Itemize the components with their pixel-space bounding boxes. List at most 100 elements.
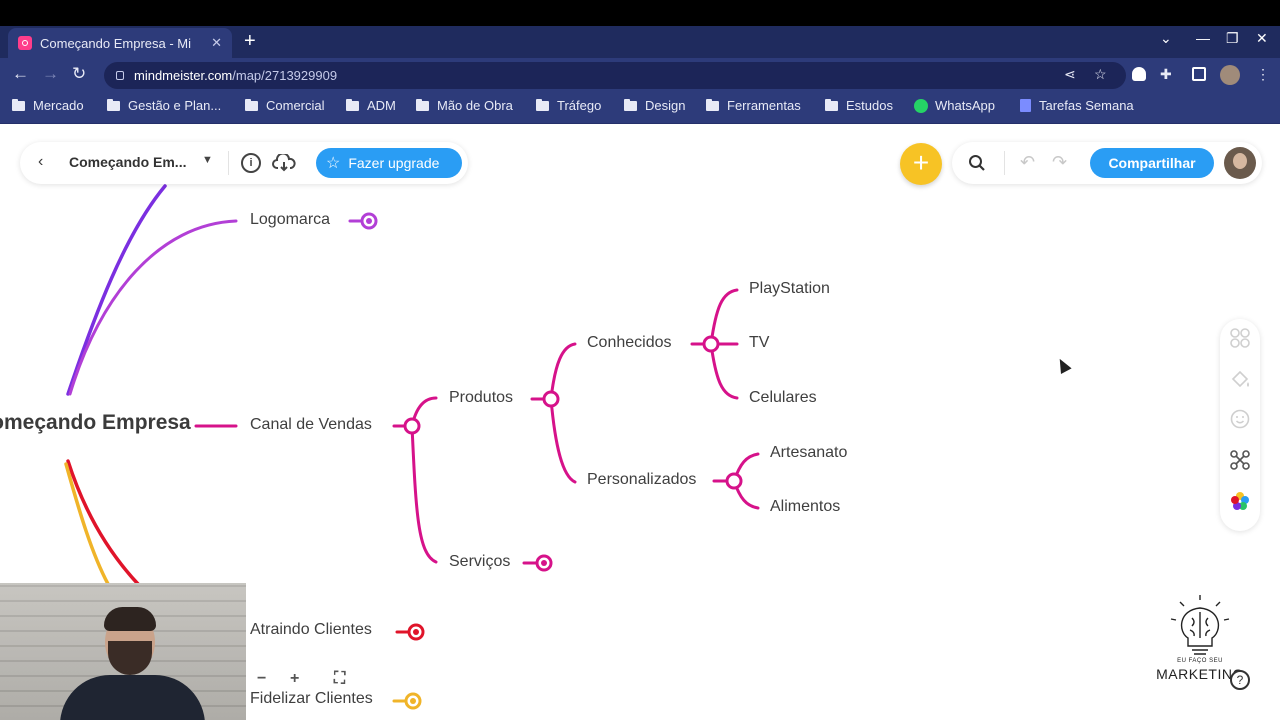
bookmark-gestao[interactable]: Gestão e Plan... [107,98,221,113]
bookmark-trafego[interactable]: Tráfego [536,98,601,113]
folder-icon [624,98,637,111]
collapse-toggle-personalizados[interactable] [725,472,743,490]
tab-close-icon[interactable]: ✕ [211,35,222,51]
undo-icon[interactable]: ↶ [1020,152,1035,173]
topic-personalizados[interactable]: Personalizados [587,471,696,489]
connector-purple [66,184,167,396]
lightbulb-brain-icon [1170,595,1230,655]
back-chevron-icon[interactable]: ‹ [38,153,43,171]
search-icon[interactable] [968,154,986,172]
bookmark-design[interactable]: Design [624,98,685,113]
url-path: /map/2713929909 [232,68,338,83]
back-arrow-icon[interactable]: ← [12,64,29,84]
root-topic[interactable]: Começando Empresa [0,411,191,435]
redo-icon[interactable]: ↷ [1052,152,1067,173]
upgrade-button[interactable]: ☆ Fazer upgrade [316,148,462,178]
paint-bucket-icon[interactable] [1229,367,1251,389]
maximize-button[interactable]: ❐ [1226,30,1239,47]
folder-icon [536,98,549,111]
topic-celulares[interactable]: Celulares [749,389,817,407]
help-icon[interactable]: ? [1230,670,1250,690]
folder-icon [346,98,359,111]
bookmark-label: Estudos [846,98,893,113]
logo-tagline: EU FAÇO SEU [1177,658,1223,664]
bookmark-mao-de-obra[interactable]: Mão de Obra [416,98,513,113]
emoji-icon[interactable] [1229,408,1251,430]
share-page-icon[interactable]: ⋖ [1064,66,1076,83]
bookmark-comercial[interactable]: Comercial [245,98,325,113]
toolbar-divider [228,151,229,175]
minimize-button[interactable]: — [1196,30,1210,46]
add-topic-button[interactable]: + [900,143,942,185]
browser-tab[interactable]: Começando Empresa - Mi ✕ [8,28,232,58]
connector-celulares [709,342,739,400]
toggle-dot [541,560,547,566]
share-button[interactable]: Compartilhar [1090,148,1214,178]
topic-alimentos[interactable]: Alimentos [770,498,840,516]
bookmark-tarefas[interactable]: Tarefas Semana [1020,98,1134,113]
mindmap-canvas[interactable]: Começando Empresa Logomarca Canal de Ven… [0,124,1280,720]
info-icon[interactable]: i [241,153,261,173]
map-toolbar: ‹ Começando Em... ▼ i ☆ Fazer upgrade [20,142,468,184]
bookmark-label: WhatsApp [935,98,995,113]
tab-search-icon[interactable]: ⌄ [1160,30,1172,47]
collapse-toggle-conhecidos[interactable] [702,335,720,353]
bookmark-label: Comercial [266,98,325,113]
layout-icon[interactable] [1229,327,1251,349]
collapse-toggle-canal[interactable] [403,417,421,435]
connector-violet-logomarca [68,219,238,396]
zoom-in-button[interactable]: + [290,670,299,688]
topic-logomarca[interactable]: Logomarca [250,211,330,229]
topic-playstation[interactable]: PlayStation [749,280,830,298]
topic-conhecidos[interactable]: Conhecidos [587,334,672,352]
connector-yellow-fidelizar [64,462,110,586]
collapse-toggle-produtos[interactable] [542,390,560,408]
chevron-down-icon[interactable]: ▼ [202,154,213,166]
url-field[interactable]: mindmeister.com/map/2713929909 [104,62,1126,89]
topic-atraindo-clientes[interactable]: Atraindo Clientes [250,621,372,639]
cloud-download-icon[interactable] [272,154,296,172]
folder-icon [12,98,25,111]
extension-shield-icon[interactable] [1132,67,1146,81]
browser-menu-icon[interactable]: ⋮ [1256,66,1270,83]
topic-artesanato[interactable]: Artesanato [770,444,847,462]
presenter-webcam [0,583,246,720]
connector-produtos-personalizados [549,397,577,484]
extensions-puzzle-icon[interactable]: ✚ [1160,66,1172,83]
connector-red-atraindo [66,459,140,586]
fit-screen-button[interactable]: ⛶ [334,670,345,688]
folder-icon [825,98,838,111]
upgrade-label: Fazer upgrade [348,155,440,171]
folder-icon [245,98,258,111]
bookmark-ferramentas[interactable]: Ferramentas [706,98,801,113]
user-avatar[interactable] [1224,147,1256,179]
bookmark-adm[interactable]: ADM [346,98,396,113]
browser-tab-strip: Começando Empresa - Mi ✕ [0,26,1280,58]
bookmark-label: Tráfego [557,98,602,113]
mindmeister-favicon-icon [18,36,32,50]
topic-canal-de-vendas[interactable]: Canal de Vendas [250,416,372,434]
color-palette-icon[interactable] [1229,490,1251,512]
bookmark-mercado[interactable]: Mercado [12,98,84,113]
close-window-button[interactable]: ✕ [1256,30,1268,47]
connect-nodes-icon[interactable] [1229,449,1251,471]
folder-icon [416,98,429,111]
reload-icon[interactable]: ↻ [72,64,86,84]
profile-avatar[interactable] [1220,65,1240,85]
topic-produtos[interactable]: Produtos [449,389,513,407]
tab-title: Começando Empresa - Mi [40,35,191,51]
url-host: mindmeister.com [134,68,233,83]
bookmark-star-icon[interactable]: ☆ [1094,66,1107,83]
topic-tv[interactable]: TV [749,334,769,352]
zoom-out-button[interactable]: − [257,670,266,688]
lock-icon [116,71,124,80]
topic-servicos[interactable]: Serviços [449,553,510,571]
bookmark-whatsapp[interactable]: WhatsApp [914,98,995,113]
map-title[interactable]: Começando Em... [69,154,186,170]
topic-fidelizar-clientes[interactable]: Fidelizar Clientes [250,690,373,708]
side-panel-icon[interactable] [1192,67,1206,81]
new-tab-button[interactable]: + [244,30,256,53]
bookmark-estudos[interactable]: Estudos [825,98,893,113]
forward-arrow-icon[interactable]: → [42,64,59,84]
right-toolbar: ↶ ↷ Compartilhar [952,142,1262,184]
